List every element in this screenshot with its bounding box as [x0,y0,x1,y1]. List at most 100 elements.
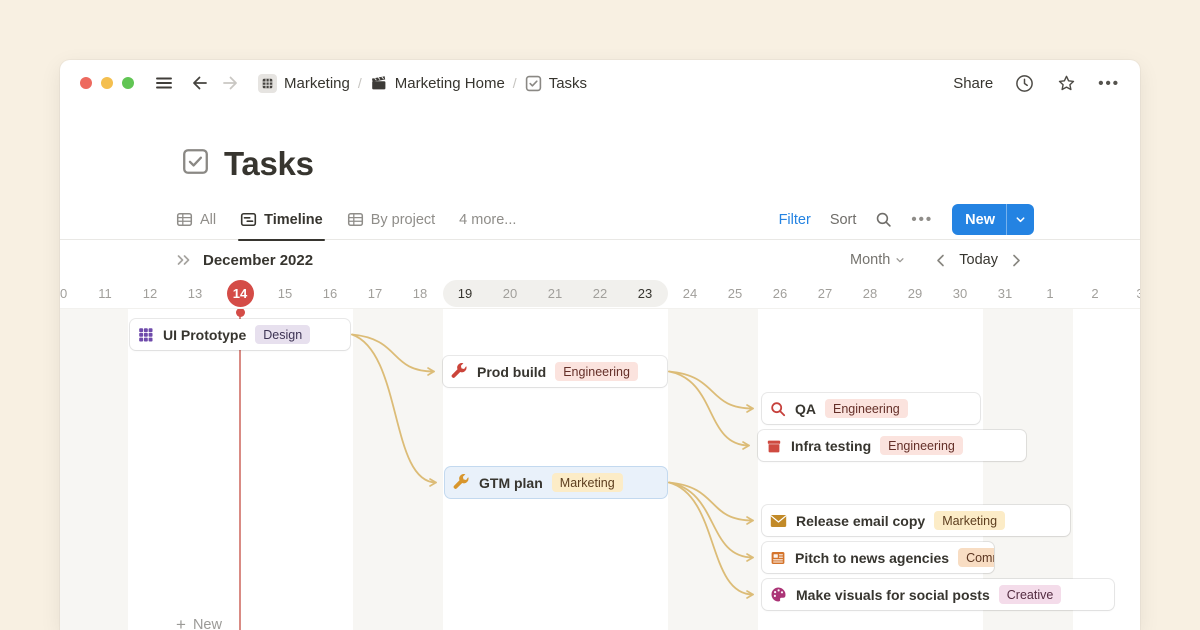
tab-label: By project [371,212,435,228]
ui-prototype-card[interactable]: UI Prototype Design [130,319,350,350]
checkbox-icon [525,75,542,92]
tab-label: 4 more... [459,212,516,228]
timeline-day: 22 [578,279,623,308]
tab-by-project[interactable]: By project [347,200,435,240]
today-dot [236,308,245,317]
forward-arrow-icon[interactable] [220,73,240,93]
gtm-plan-card[interactable]: GTM planMarketing [445,467,667,498]
breadcrumb-tasks[interactable]: Tasks [525,75,587,92]
tab-timeline[interactable]: Timeline [240,200,323,240]
tab-label: All [200,212,216,228]
sort-button[interactable]: Sort [830,212,857,228]
prev-chevron-icon[interactable] [929,254,952,267]
task-tag: Engineering [555,362,638,381]
weekend-band [60,309,128,630]
breadcrumb-separator: / [513,75,517,91]
task-title: UI Prototype [163,327,246,343]
box-icon [766,438,782,454]
breadcrumb-label: Marketing [284,75,350,92]
checkbox-icon [182,148,209,180]
task-tag: Comms [958,548,994,567]
breadcrumb: Marketing / Marketing Home / Tasks [258,74,587,93]
prod-build-card[interactable]: Prod build Engineering [443,356,667,387]
timeline-header: December 2022 Month Today [60,241,1140,279]
task-tag: Marketing [934,511,1005,530]
timeline-day: 18 [398,279,443,308]
new-task-row[interactable]: + New [176,616,222,630]
search-icon[interactable] [875,211,892,228]
breadcrumb-marketing[interactable]: Marketing [258,74,350,93]
timeline-day: 13 [173,279,218,308]
timeline-day: 1 [1028,279,1073,308]
task-tag: Design [255,325,310,344]
star-favorite-icon[interactable] [1056,73,1077,94]
scale-label: Month [850,252,890,268]
tab-all[interactable]: All [176,200,216,240]
chevron-down-icon [895,255,905,265]
timeline-day: 25 [713,279,758,308]
clock-history-icon[interactable] [1014,73,1035,94]
next-chevron-icon[interactable] [1005,254,1028,267]
window-topbar: Marketing / Marketing Home / Tasks [60,60,1140,106]
pitch-to-news-agencies-card[interactable]: Pitch to news agencies Comms [762,542,994,573]
make-visuals-for-social-posts-card[interactable]: Make visuals for social posts Creative [762,579,1114,610]
timeline-day: 15 [263,279,308,308]
new-button[interactable]: New [952,204,1006,235]
task-title: Make visuals for social posts [796,587,990,603]
scale-select[interactable]: Month [850,252,905,268]
collapse-double-chevron-icon[interactable] [176,253,192,267]
timeline-day: 2 [1073,279,1118,308]
filter-button[interactable]: Filter [779,212,811,228]
page-title-row: Tasks [182,145,314,183]
page-title: Tasks [224,145,314,183]
new-button-group: New [952,204,1034,235]
task-tag: Engineering [880,436,963,455]
task-title: GTM plan [479,475,543,491]
timeline-day: 16 [308,279,353,308]
close-window-button[interactable] [80,77,92,89]
timeline-day: 31 [983,279,1028,308]
task-title: Infra testing [791,438,871,454]
desktop-background: Marketing / Marketing Home / Tasks [0,0,1200,630]
tab-more-views[interactable]: 4 more... [459,200,516,240]
minimize-window-button[interactable] [101,77,113,89]
news-icon [770,550,786,566]
task-title: Prod build [477,364,546,380]
timeline-days-strip: 1011121314151617181920212223242526272829… [60,279,1140,308]
timeline-body: + New UI Prototype Design Prod build Engine… [60,308,1140,630]
breadcrumb-separator: / [358,75,362,91]
task-title: Pitch to news agencies [795,550,949,566]
timeline-day: 20 [488,279,533,308]
task-tag: Creative [999,585,1062,604]
palette-icon [770,586,787,603]
task-title: Release email copy [796,513,925,529]
zoom-window-button[interactable] [122,77,134,89]
database-grid-icon [258,74,277,93]
plus-icon: + [176,616,186,630]
breadcrumb-label: Tasks [549,75,587,92]
breadcrumb-label: Marketing Home [395,75,505,92]
wrench-icon [453,474,470,491]
topbar-more-icon[interactable]: ••• [1098,75,1120,92]
hamburger-menu-icon[interactable] [154,73,174,93]
notion-window: Marketing / Marketing Home / Tasks [60,60,1140,630]
release-email-copy-card[interactable]: Release email copy Marketing [762,505,1070,536]
timeline-day: 24 [668,279,713,308]
toolbar-more-icon[interactable]: ••• [911,211,933,228]
new-chevron-down-icon[interactable] [1006,204,1034,235]
traffic-lights [80,77,134,89]
weekend-band [668,309,758,630]
timeline-day: 19 [443,279,488,308]
back-arrow-icon[interactable] [190,73,210,93]
wrench-icon [451,363,468,380]
magnifier-icon [770,401,786,417]
today-button[interactable]: Today [959,252,998,268]
today-line [239,309,241,630]
new-task-label: New [193,617,222,630]
timeline-day: 26 [758,279,803,308]
breadcrumb-marketing-home[interactable]: Marketing Home [370,74,505,92]
infra-testing-card[interactable]: Infra testing Engineering [758,430,1026,461]
view-toolbar: Filter Sort ••• New [779,204,1034,235]
qa-card[interactable]: QAEngineering [762,393,980,424]
share-button[interactable]: Share [953,75,993,92]
